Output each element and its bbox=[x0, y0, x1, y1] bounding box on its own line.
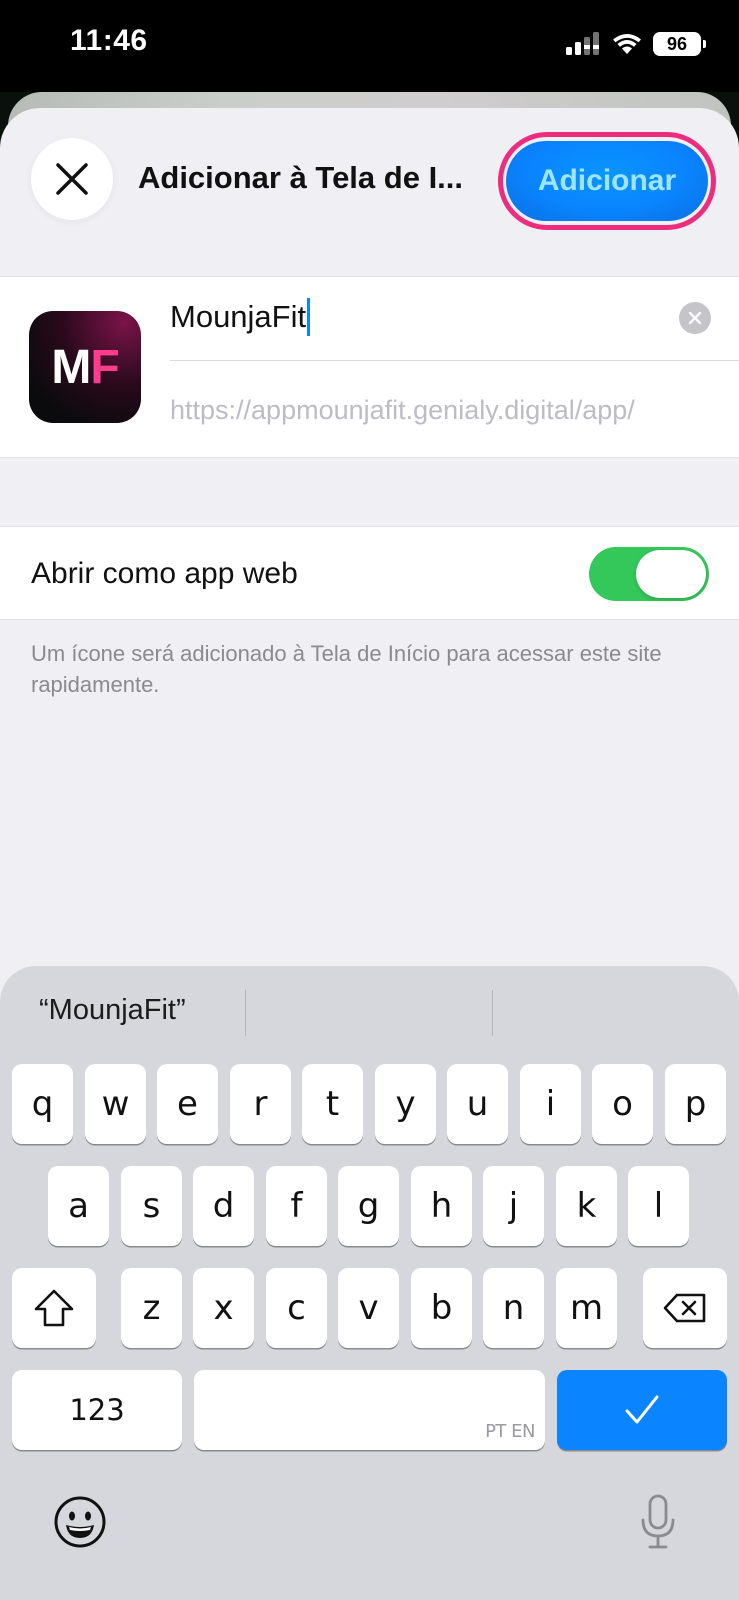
name-input[interactable]: MounjaFit bbox=[170, 297, 311, 336]
done-key[interactable] bbox=[557, 1370, 727, 1450]
key-d[interactable]: d bbox=[193, 1166, 254, 1246]
keyboard-language-label: PT EN bbox=[485, 1421, 535, 1442]
shift-icon bbox=[34, 1289, 74, 1327]
name-input-value: MounjaFit bbox=[170, 299, 307, 334]
add-button[interactable]: Adicionar bbox=[506, 141, 708, 221]
space-key[interactable]: PT EN bbox=[194, 1370, 545, 1450]
numbers-key[interactable]: 123 bbox=[12, 1370, 182, 1450]
app-icon-letter-m: M bbox=[51, 340, 91, 394]
toggle-knob bbox=[636, 550, 706, 598]
open-as-web-app-label: Abrir como app web bbox=[31, 557, 298, 590]
open-as-web-app-row: Abrir como app web bbox=[0, 526, 739, 620]
key-f[interactable]: f bbox=[266, 1166, 327, 1246]
cellular-signal-icon bbox=[566, 32, 599, 55]
app-icon: MF bbox=[29, 311, 141, 423]
dictation-key[interactable] bbox=[628, 1492, 688, 1552]
status-icons: 96 bbox=[565, 32, 706, 56]
suggestion-bar: “MounjaFit” bbox=[0, 966, 739, 1050]
microphone-icon bbox=[641, 1494, 675, 1549]
key-v[interactable]: v bbox=[338, 1268, 399, 1348]
delete-icon bbox=[663, 1293, 706, 1323]
status-time: 11:46 bbox=[70, 24, 148, 57]
key-w[interactable]: w bbox=[85, 1064, 146, 1144]
emoji-key[interactable] bbox=[50, 1492, 110, 1552]
delete-key[interactable] bbox=[643, 1268, 727, 1348]
clear-icon bbox=[688, 311, 702, 325]
key-k[interactable]: k bbox=[556, 1166, 617, 1246]
key-i[interactable]: i bbox=[520, 1064, 581, 1144]
suggestion-divider bbox=[245, 990, 246, 1036]
battery-icon: 96 bbox=[653, 32, 706, 56]
key-s[interactable]: s bbox=[121, 1166, 182, 1246]
key-a[interactable]: a bbox=[48, 1166, 109, 1246]
url-text: https://appmounjafit.genialy.digital/app… bbox=[170, 395, 635, 425]
emoji-icon bbox=[54, 1496, 106, 1548]
key-h[interactable]: h bbox=[411, 1166, 472, 1246]
key-x[interactable]: x bbox=[193, 1268, 254, 1348]
sheet-title: Adicionar à Tela de I... bbox=[138, 160, 464, 195]
keyboard: “MounjaFit” q w e r t y u i o p a s d f … bbox=[0, 966, 739, 1600]
key-p[interactable]: p bbox=[665, 1064, 726, 1144]
status-bar: 11:46 96 bbox=[0, 0, 739, 92]
wifi-icon bbox=[613, 34, 641, 54]
key-g[interactable]: g bbox=[338, 1166, 399, 1246]
key-m[interactable]: m bbox=[556, 1268, 617, 1348]
close-icon bbox=[56, 163, 88, 195]
checkmark-icon bbox=[625, 1395, 659, 1424]
shift-key[interactable] bbox=[12, 1268, 96, 1348]
key-y[interactable]: y bbox=[375, 1064, 436, 1144]
key-e[interactable]: e bbox=[157, 1064, 218, 1144]
clear-text-button[interactable] bbox=[679, 302, 711, 334]
key-c[interactable]: c bbox=[266, 1268, 327, 1348]
open-as-web-app-toggle[interactable] bbox=[589, 547, 709, 601]
key-u[interactable]: u bbox=[447, 1064, 508, 1144]
bookmark-info-card: MF MounjaFit https://appmounjafit.genial… bbox=[0, 276, 739, 458]
key-n[interactable]: n bbox=[483, 1268, 544, 1348]
close-button[interactable] bbox=[31, 138, 113, 220]
text-caret bbox=[307, 297, 311, 336]
suggestion-divider bbox=[492, 990, 493, 1036]
footnote-text: Um ícone será adicionado à Tela de Iníci… bbox=[31, 641, 662, 697]
key-b[interactable]: b bbox=[411, 1268, 472, 1348]
app-icon-letter-f: F bbox=[90, 340, 119, 394]
add-button-highlight: Adicionar bbox=[498, 132, 716, 230]
key-j[interactable]: j bbox=[483, 1166, 544, 1246]
key-z[interactable]: z bbox=[121, 1268, 182, 1348]
key-q[interactable]: q bbox=[12, 1064, 73, 1144]
name-field[interactable]: MounjaFit bbox=[170, 277, 739, 361]
key-l[interactable]: l bbox=[628, 1166, 689, 1246]
suggestion-1[interactable]: “MounjaFit” bbox=[39, 994, 186, 1027]
key-t[interactable]: t bbox=[302, 1064, 363, 1144]
key-o[interactable]: o bbox=[592, 1064, 653, 1144]
key-r[interactable]: r bbox=[230, 1064, 291, 1144]
